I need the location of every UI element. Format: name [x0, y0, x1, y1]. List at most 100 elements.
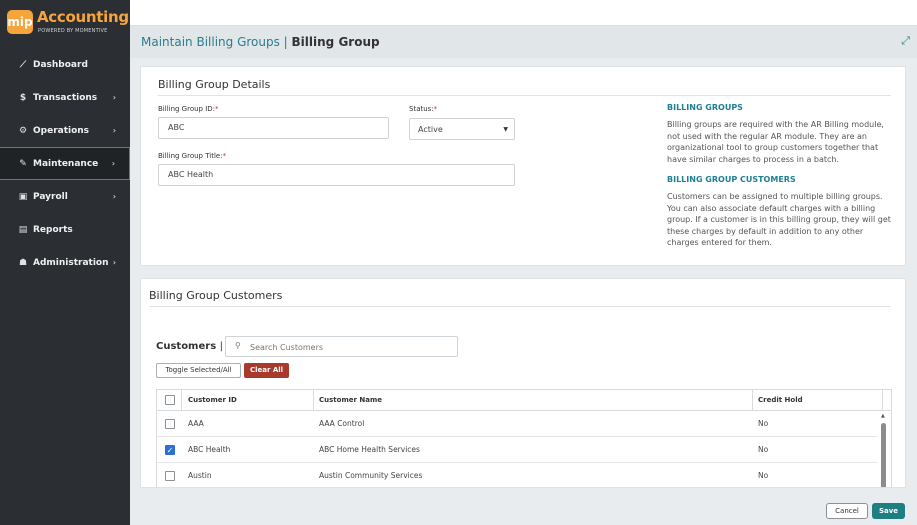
- sidebar-item-label: Payroll: [33, 191, 68, 202]
- column-divider: [313, 390, 314, 411]
- customer-name-cell: AAA Control: [319, 419, 365, 428]
- customer-id-cell: ABC Health: [188, 445, 231, 454]
- search-icon: ⚲: [235, 341, 241, 350]
- row-checkbox[interactable]: [165, 419, 175, 429]
- page-title-current: Billing Group: [291, 35, 380, 49]
- save-button[interactable]: Save: [872, 503, 905, 519]
- divider: [158, 95, 891, 96]
- app-tagline: POWERED BY MOMENTIVE: [38, 28, 108, 34]
- row-checkbox-checked[interactable]: ✓: [165, 445, 175, 455]
- scroll-up-icon[interactable]: ▲: [881, 413, 885, 419]
- label-text: Billing Group ID:: [158, 105, 216, 113]
- billing-group-customers-card: Billing Group Customers Customers | ⚲ To…: [140, 278, 906, 488]
- column-divider: [882, 390, 883, 411]
- footer-bar: Cancel Save: [130, 495, 917, 525]
- billing-group-id-input[interactable]: ABC: [158, 117, 389, 139]
- dollar-icon: $: [19, 92, 27, 103]
- app-name: Accounting: [37, 8, 129, 26]
- column-header-customer-name[interactable]: Customer Name: [319, 390, 382, 411]
- customer-name-cell: ABC Home Health Services: [319, 445, 420, 454]
- select-all-checkbox[interactable]: [165, 395, 175, 405]
- status-value: Active: [418, 125, 443, 134]
- page-header: Maintain Billing Groups | Billing Group …: [130, 26, 917, 58]
- billing-group-details-card: Billing Group Details Billing Group ID:*…: [140, 66, 906, 266]
- top-bar: [130, 0, 917, 26]
- table-header: Customer ID Customer Name Credit Hold: [157, 390, 891, 411]
- expand-icon[interactable]: ⤢: [901, 34, 910, 48]
- users-icon: ☗: [18, 257, 28, 268]
- breadcrumb-separator: |: [279, 35, 292, 49]
- table-row[interactable]: ✓ ABC Health ABC Home Health Services No: [157, 437, 877, 463]
- cogs-icon: ⚙: [18, 125, 28, 136]
- chevron-right-icon: ›: [112, 93, 116, 102]
- customer-id-cell: Austin: [188, 471, 212, 480]
- column-header-customer-id[interactable]: Customer ID: [188, 390, 237, 411]
- sidebar-item-label: Transactions: [33, 92, 98, 103]
- customers-label: Customers |: [156, 341, 223, 352]
- sidebar-item-administration[interactable]: ☗ Administration ›: [0, 246, 130, 279]
- label-text: Billing Group Title:: [158, 152, 223, 160]
- column-divider: [752, 390, 753, 411]
- cancel-button[interactable]: Cancel: [826, 503, 868, 519]
- report-icon: ▤: [18, 224, 28, 235]
- chevron-right-icon: ›: [112, 258, 116, 267]
- credit-hold-cell: No: [758, 419, 769, 428]
- table-row[interactable]: Austin Austin Community Services No: [157, 463, 877, 487]
- sidebar-item-transactions[interactable]: $ Transactions ›: [0, 81, 130, 114]
- sidebar: mip Accounting POWERED BY MOMENTIVE ⟋ Da…: [0, 0, 130, 525]
- caret-down-icon: ▼: [503, 126, 508, 133]
- customers-table: Customer ID Customer Name Credit Hold AA…: [156, 389, 892, 487]
- chevron-right-icon: ›: [111, 159, 115, 168]
- sidebar-item-label: Maintenance: [33, 158, 99, 169]
- info-heading-billing-group-customers: BILLING GROUP CUSTOMERS: [667, 175, 796, 184]
- sidebar-item-maintenance[interactable]: ✎ Maintenance ›: [0, 147, 130, 180]
- chevron-right-icon: ›: [112, 126, 116, 135]
- sidebar-item-dashboard[interactable]: ⟋ Dashboard: [0, 48, 130, 81]
- details-title: Billing Group Details: [158, 78, 271, 91]
- row-checkbox[interactable]: [165, 471, 175, 481]
- table-scrollbar[interactable]: ▲: [877, 411, 891, 487]
- customer-id-cell: AAA: [188, 419, 204, 428]
- sidebar-item-label: Reports: [33, 224, 73, 235]
- column-divider: [181, 390, 182, 411]
- logo-mark: mip: [7, 10, 33, 34]
- billing-group-id-label: Billing Group ID:*: [158, 105, 219, 113]
- label-text: Status:: [409, 105, 434, 113]
- billing-group-title-input[interactable]: ABC Health: [158, 164, 515, 186]
- status-select[interactable]: Active ▼: [409, 118, 515, 140]
- chevron-right-icon: ›: [112, 192, 116, 201]
- divider: [149, 306, 891, 307]
- info-heading-billing-groups: BILLING GROUPS: [667, 103, 743, 112]
- sidebar-item-operations[interactable]: ⚙ Operations ›: [0, 114, 130, 147]
- required-mark: *: [222, 152, 227, 160]
- sidebar-item-reports[interactable]: ▤ Reports: [0, 213, 130, 246]
- sidebar-item-label: Dashboard: [33, 59, 88, 70]
- breadcrumb-link[interactable]: Maintain Billing Groups: [141, 35, 280, 49]
- search-customers[interactable]: ⚲: [225, 336, 458, 357]
- wrench-icon: ✎: [19, 158, 27, 169]
- credit-hold-cell: No: [758, 471, 769, 480]
- required-mark: *: [215, 105, 219, 113]
- info-text-billing-groups: Billing groups are required with the AR …: [667, 120, 884, 164]
- status-label: Status:*: [409, 105, 437, 113]
- sidebar-item-label: Operations: [33, 125, 90, 136]
- customer-name-cell: Austin Community Services: [319, 471, 423, 480]
- billing-group-title-label: Billing Group Title:*: [158, 152, 226, 160]
- info-text-billing-group-customers: Customers can be assigned to multiple bi…: [667, 192, 891, 248]
- toggle-selected-button[interactable]: Toggle Selected/All: [156, 363, 241, 378]
- column-header-credit-hold[interactable]: Credit Hold: [758, 390, 803, 411]
- app-logo[interactable]: mip Accounting POWERED BY MOMENTIVE: [0, 0, 130, 44]
- clear-all-button[interactable]: Clear All: [244, 363, 289, 378]
- customers-label-separator: |: [219, 341, 224, 352]
- sidebar-item-label: Administration: [33, 257, 109, 268]
- money-icon: ▣: [18, 191, 28, 202]
- sidebar-item-payroll[interactable]: ▣ Payroll ›: [0, 180, 130, 213]
- required-mark: *: [433, 105, 438, 113]
- search-input[interactable]: [250, 340, 450, 354]
- customers-label-text: Customers: [156, 341, 217, 352]
- page-title: Maintain Billing Groups | Billing Group: [141, 35, 380, 49]
- table-row[interactable]: AAA AAA Control No: [157, 411, 877, 437]
- credit-hold-cell: No: [758, 445, 769, 454]
- scrollbar-thumb[interactable]: [881, 423, 886, 487]
- chart-line-icon: ⟋: [19, 59, 27, 70]
